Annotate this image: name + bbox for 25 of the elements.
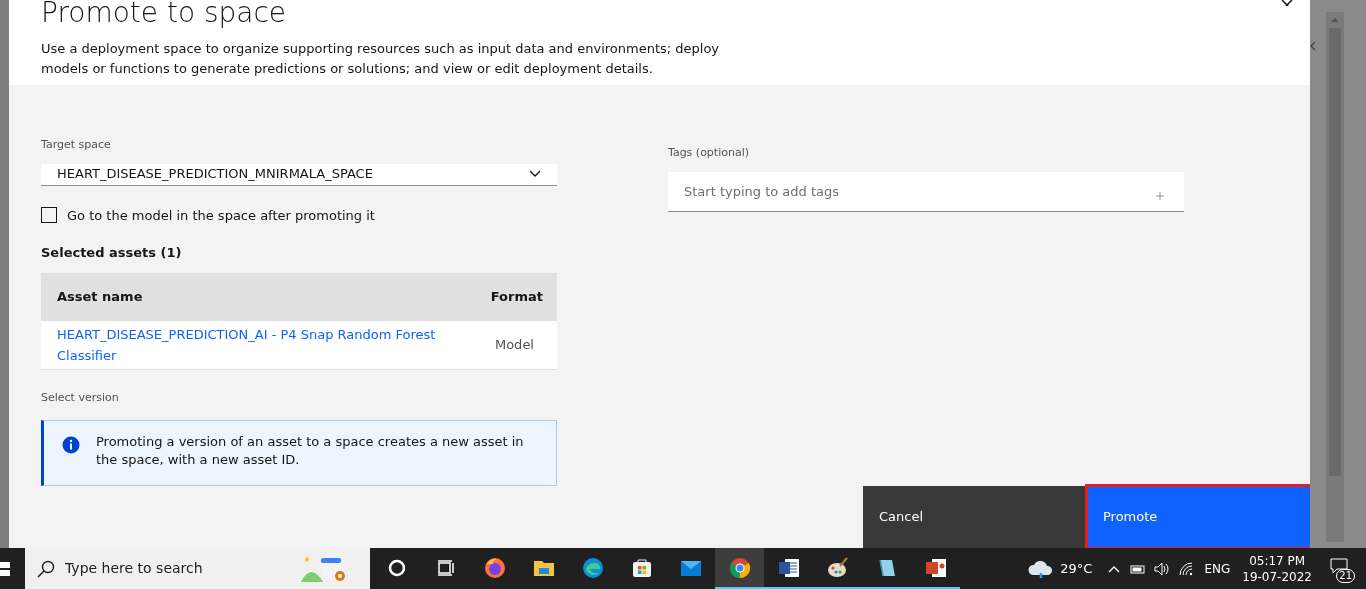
tags-field[interactable]: Start typing to add tags	[668, 171, 1184, 212]
promote-button[interactable]: Promote	[1087, 486, 1311, 548]
dialog-title: Promote to space	[41, 0, 287, 27]
column-header: Format	[490, 287, 543, 306]
dialog-description: Use a deployment space to organize supporting resources such as input data and environments; deploy models or functions to generate predictions or solutions; and view or edit deployment details.	[41, 40, 721, 78]
column-header: Asset name	[57, 287, 143, 306]
notification-count: 21	[1336, 568, 1355, 583]
language-indicator[interactable]: ENG	[1204, 559, 1231, 578]
field-label: Select version	[41, 389, 120, 406]
clock[interactable]: 05:17 PM 19-07-2022	[1242, 552, 1312, 585]
taskbar-search-bar[interactable]: Type here to search	[25, 548, 370, 589]
taskbar-search-field[interactable]: Type here to search	[65, 558, 285, 579]
notifications-button[interactable]: 21	[1330, 557, 1352, 580]
clock-date: 19-07-2022	[1242, 568, 1312, 585]
target-space-dropdown[interactable]: HEART_DISEASE_PREDICTION_MNIRMALA_SPACE	[41, 163, 557, 186]
clock-time: 05:17 PM	[1249, 552, 1306, 569]
cancel-button[interactable]: Cancel	[863, 486, 1087, 548]
asset-link[interactable]: HEART_DISEASE_PREDICTION_AI - P4 Snap Random Forest Classifier	[57, 323, 467, 366]
info-text: Promoting a version of an asset to a space creates a new asset in the space, with a new asset ID.	[96, 433, 525, 469]
checkbox-label: Go to the model in the space after promoting it	[67, 206, 375, 225]
temperature[interactable]: 29°C	[1060, 558, 1093, 579]
field-label: Target space	[41, 137, 112, 153]
table-cell-text: Model	[494, 335, 534, 354]
section-heading: Selected assets (1)	[41, 244, 183, 262]
field-label: Tags (optional)	[668, 145, 750, 161]
